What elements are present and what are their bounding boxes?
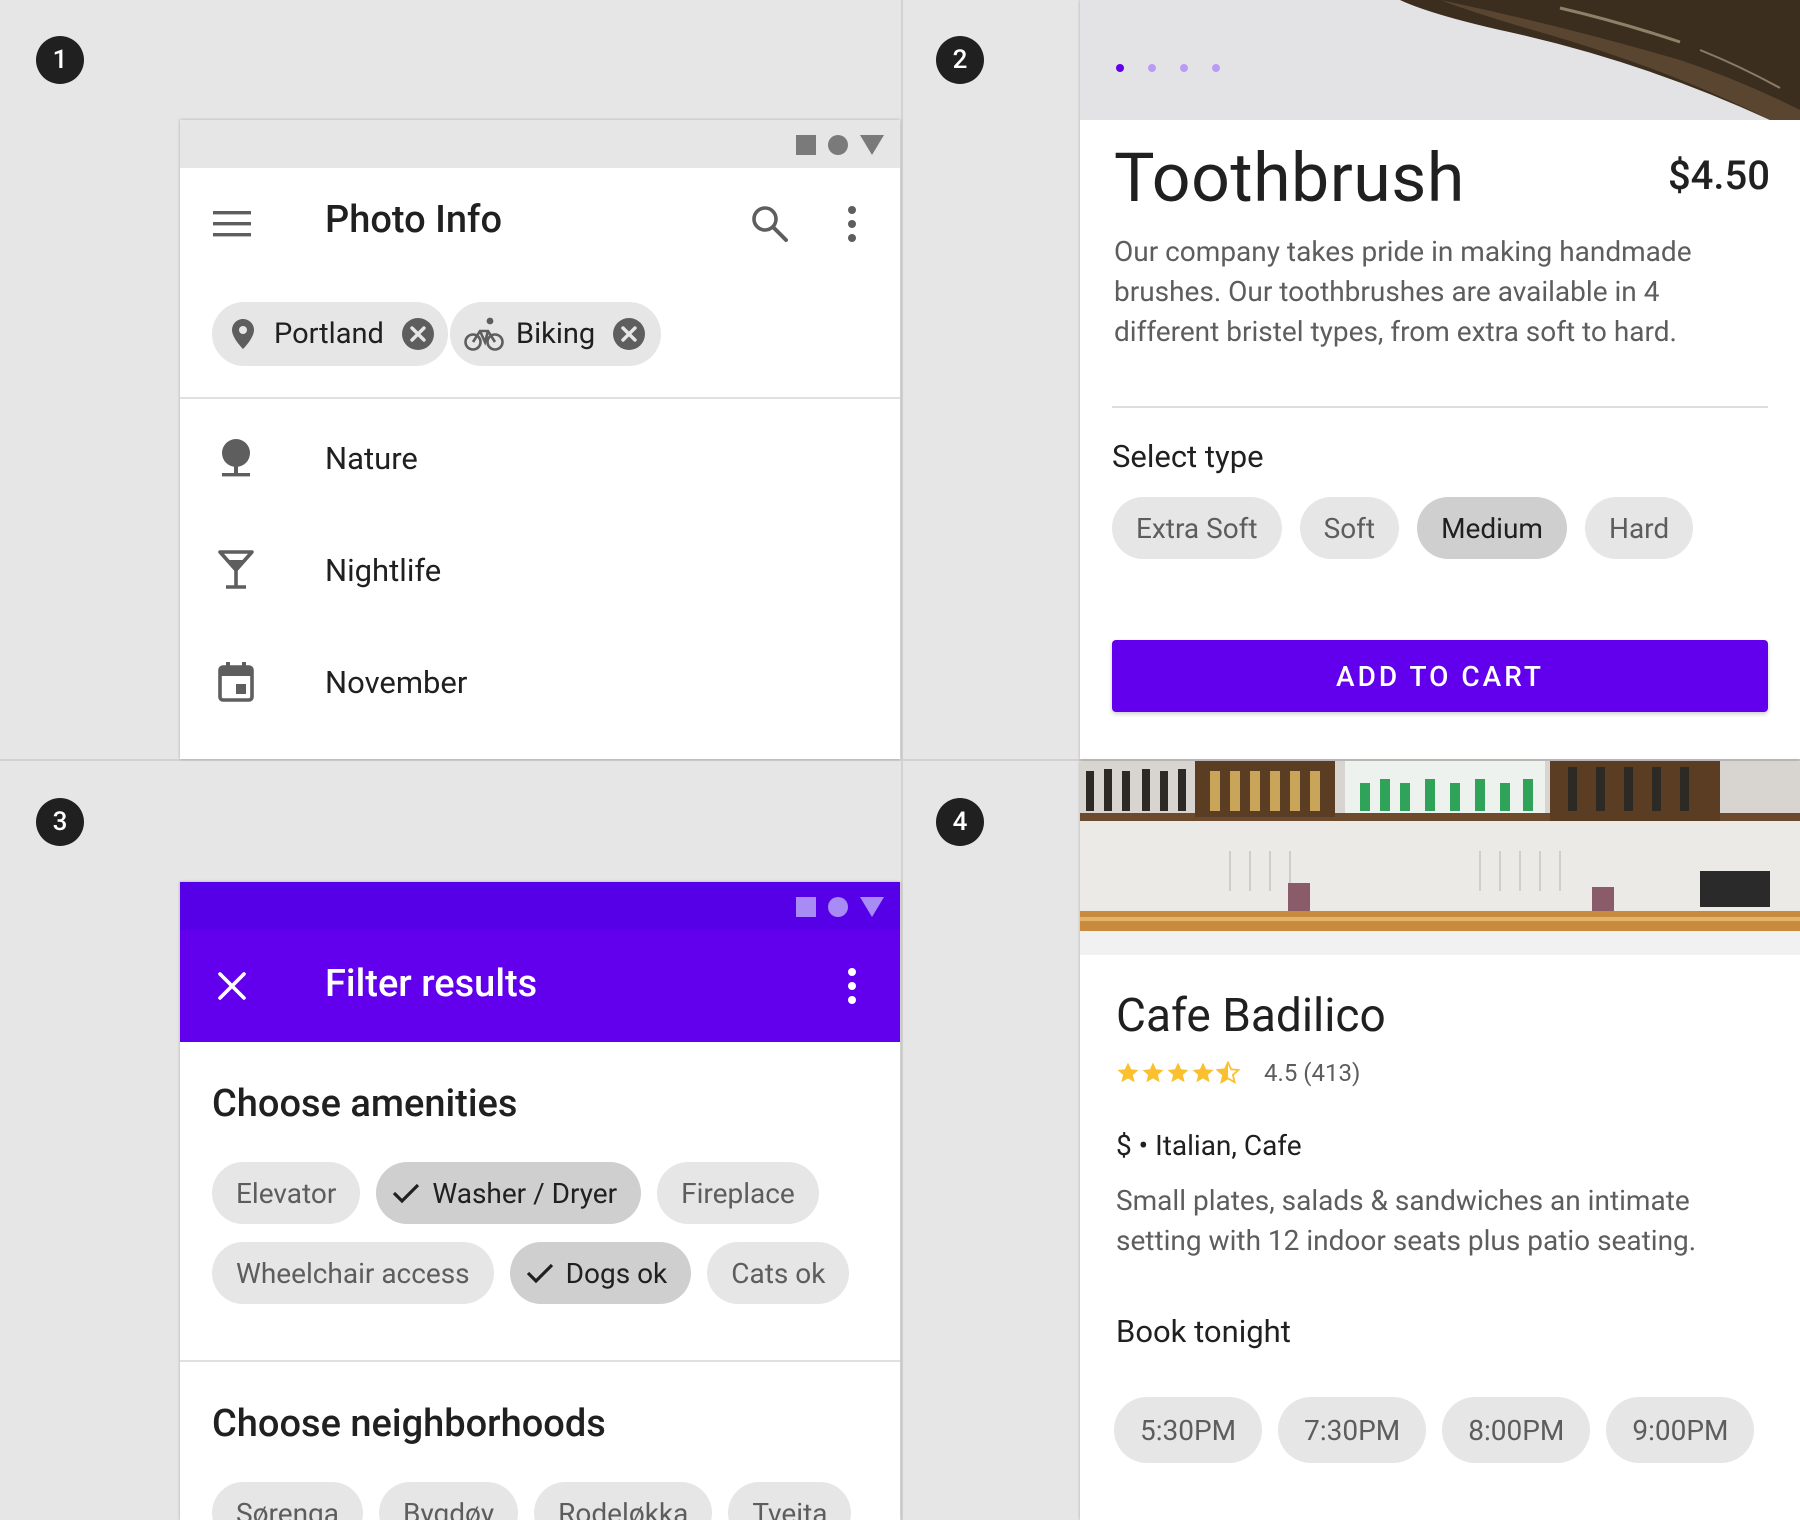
filter-chip-biking[interactable]: Biking (450, 302, 662, 366)
cocktail-icon (216, 550, 256, 590)
badge-4: 4 (936, 798, 984, 846)
list-divider (180, 397, 900, 399)
check-icon (526, 1262, 554, 1284)
amenities-heading: Choose amenities (212, 1082, 518, 1126)
close-icon[interactable] (212, 966, 252, 1006)
cafe-description: Small plates, salads & sandwiches an int… (1116, 1184, 1697, 1257)
neighborhood-chip[interactable]: Bygdøy (379, 1482, 519, 1520)
more-vert-icon[interactable] (842, 202, 862, 246)
bike-icon (464, 316, 504, 352)
amenity-chip-elevator[interactable]: Elevator (212, 1162, 361, 1224)
product-price: $4.50 (1667, 152, 1770, 199)
close-icon[interactable] (401, 318, 434, 350)
product-description: Our company takes pride in making handma… (1114, 235, 1692, 348)
neighborhood-chip[interactable]: Tveita (728, 1482, 852, 1520)
list-item-label: Nightlife (325, 551, 442, 589)
badge-1: 1 (36, 36, 84, 84)
circle-icon (828, 135, 848, 155)
list-item[interactable]: Nightlife (180, 514, 900, 626)
triangle-icon (860, 897, 884, 917)
star-icon (1192, 1062, 1214, 1083)
book-tonight-label: Book tonight (1116, 1313, 1291, 1350)
carousel-dot[interactable] (1212, 64, 1220, 72)
tree-icon (216, 438, 256, 478)
section-divider (180, 1360, 900, 1362)
section-divider (1112, 406, 1768, 408)
cafe-image (1080, 761, 1800, 955)
circle-icon (828, 897, 848, 917)
carousel-dot[interactable] (1180, 64, 1188, 72)
badge-3: 3 (36, 798, 84, 846)
triangle-icon (860, 135, 884, 155)
amenity-chip-wheelchair-access[interactable]: Wheelchair access (212, 1242, 494, 1304)
neighborhood-chip[interactable]: Sørenga (212, 1482, 363, 1520)
filter-chip-portland[interactable]: Portland (212, 302, 448, 366)
search-icon[interactable] (748, 202, 792, 246)
type-chip-medium[interactable]: Medium (1417, 497, 1567, 559)
star-icon (1167, 1062, 1189, 1083)
cafe-screen: Cafe Badilico 4.5 (413) $ • Italian, Caf… (1080, 761, 1800, 1520)
close-icon[interactable] (613, 318, 646, 350)
status-bar (180, 120, 900, 168)
time-chip[interactable]: 8:00PM (1442, 1397, 1591, 1463)
star-icon (1142, 1062, 1164, 1083)
list-item[interactable]: November (180, 626, 900, 738)
rating-row: 4.5 (413) (1116, 1059, 1360, 1087)
add-to-cart-button[interactable]: ADD TO CART (1112, 640, 1768, 712)
time-chip-group: 5:30PM 7:30PM 8:00PM 9:00PM (1114, 1397, 1755, 1463)
chip-label: Biking (516, 317, 596, 351)
calendar-icon (216, 662, 256, 702)
list-item-label: November (325, 663, 468, 701)
amenity-chip-fireplace[interactable]: Fireplace (657, 1162, 819, 1224)
star-rating (1116, 1061, 1240, 1085)
carousel-indicator[interactable] (1116, 64, 1220, 72)
type-chip-group: Extra Soft Soft Medium Hard (1112, 497, 1694, 559)
more-vert-icon[interactable] (842, 964, 862, 1008)
menu-icon[interactable] (212, 204, 252, 244)
neighborhood-chip[interactable]: Rodeløkka (534, 1482, 713, 1520)
list-item-label: Nature (325, 439, 418, 477)
square-icon (796, 897, 816, 917)
time-chip[interactable]: 5:30PM (1114, 1397, 1263, 1463)
square-icon (796, 135, 816, 155)
list-item[interactable]: Nature (180, 402, 900, 514)
time-chip[interactable]: 9:00PM (1606, 1397, 1755, 1463)
check-icon (392, 1182, 420, 1204)
chip-label: Portland (274, 317, 384, 351)
amenity-chip-washer-dryer[interactable]: Washer / Dryer (376, 1162, 642, 1224)
page-title: Photo Info (325, 198, 503, 242)
chip-label: Washer / Dryer (432, 1176, 618, 1210)
chip-label: Dogs ok (565, 1256, 668, 1290)
top-app-bar: Photo Info (180, 168, 900, 280)
location-pin-icon (232, 319, 254, 349)
type-chip-extra-soft[interactable]: Extra Soft (1112, 497, 1282, 559)
product-image (1080, 0, 1800, 120)
product-title: Toothbrush (1114, 138, 1465, 218)
rating-text: 4.5 (413) (1264, 1059, 1361, 1087)
neighborhoods-heading: Choose neighborhoods (212, 1402, 606, 1446)
carousel-dot[interactable] (1148, 64, 1156, 72)
page-title: Filter results (325, 962, 538, 1006)
star-half-icon (1216, 1061, 1240, 1085)
amenity-chip-dogs-ok[interactable]: Dogs ok (509, 1242, 692, 1304)
star-icon (1117, 1062, 1139, 1083)
filter-screen: Filter results Choose amenities Elevator… (180, 882, 900, 1520)
cafe-info: $ • Italian, Cafe (1116, 1129, 1302, 1162)
top-app-bar: Filter results (180, 930, 900, 1042)
type-chip-soft[interactable]: Soft (1299, 497, 1400, 559)
select-type-label: Select type (1112, 438, 1264, 475)
photo-info-screen: Photo Info Portland Biking Nature Nightl… (180, 120, 900, 759)
carousel-dot[interactable] (1116, 64, 1124, 72)
amenities-chip-group: Elevator Washer / Dryer Fireplace Wheelc… (212, 1162, 892, 1304)
status-bar (180, 882, 900, 930)
neighborhoods-chip-group: Sørenga Bygdøy Rodeløkka Tveita (212, 1482, 852, 1520)
time-chip[interactable]: 7:30PM (1278, 1397, 1427, 1463)
badge-2: 2 (936, 36, 984, 84)
type-chip-hard[interactable]: Hard (1584, 497, 1694, 559)
amenity-chip-cats-ok[interactable]: Cats ok (707, 1242, 850, 1304)
cafe-name: Cafe Badilico (1116, 989, 1386, 1043)
product-screen: Toothbrush $4.50 Our company takes pride… (1080, 0, 1800, 759)
